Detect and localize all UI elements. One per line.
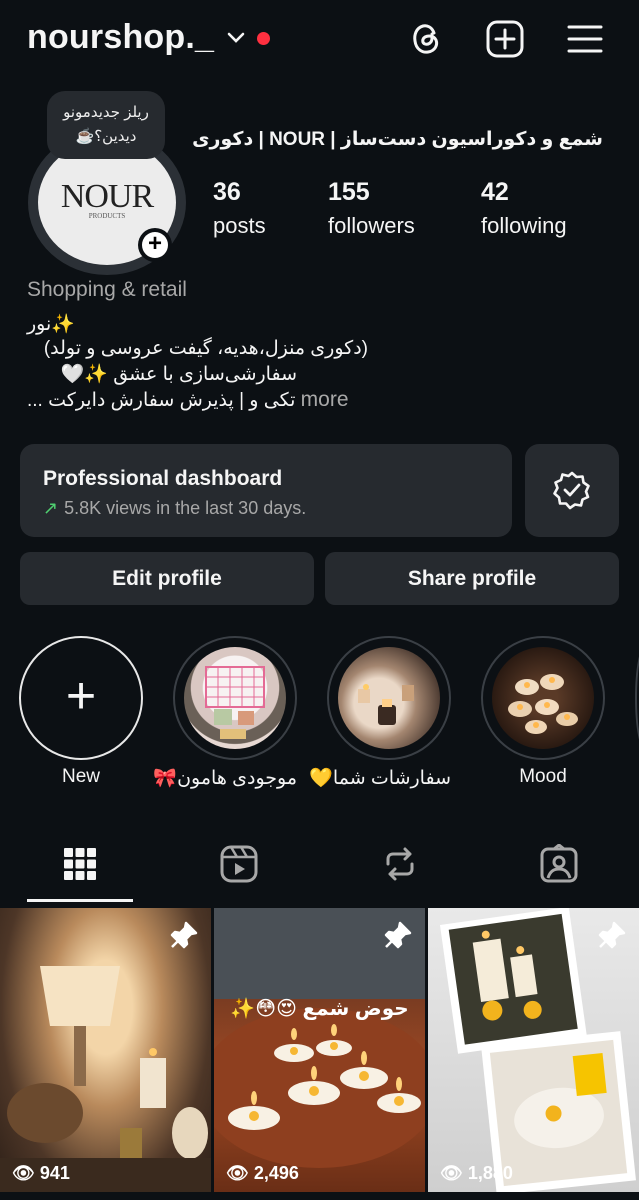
stat-posts-count: 36 <box>213 178 241 206</box>
bio-line-4[interactable]: تکی و | پذیرش سفارش دایرکت ... more <box>27 388 368 412</box>
view-count-value: 941 <box>39 1163 70 1183</box>
chevron-down-icon[interactable] <box>226 28 246 48</box>
stat-following-count: 42 <box>481 178 509 206</box>
post-view-count: 👁 2,496 <box>226 1163 299 1184</box>
account-username[interactable]: nourshop._ <box>27 18 214 57</box>
avatar-logo-subtitle: PRODUCTS <box>88 212 126 220</box>
highlight-inventory[interactable]: موجودی هامون🎀 <box>153 636 297 790</box>
bio-line-1: ✨نور <box>27 314 75 335</box>
highlight-mood[interactable]: Mood <box>481 636 605 788</box>
dashboard-title: Professional dashboard <box>43 467 283 490</box>
eye-icon: 👁 <box>440 1163 468 1183</box>
stat-followers-count: 155 <box>328 178 370 206</box>
grid-icon[interactable] <box>60 844 100 884</box>
highlight-ring <box>173 636 297 760</box>
notification-dot <box>257 32 270 45</box>
post-image <box>428 908 639 1192</box>
plus-icon: + <box>65 667 97 725</box>
reels-icon[interactable] <box>219 844 259 884</box>
highlight-label: موجودی هامون🎀 <box>153 768 297 789</box>
add-story-button[interactable]: + <box>138 228 172 262</box>
post-image <box>0 908 211 1192</box>
eye-icon: 👁 <box>12 1163 40 1183</box>
trend-up-icon: ↗ <box>43 498 59 518</box>
dashboard-views: 5.8K views in the last 30 days. <box>64 498 307 518</box>
menu-icon[interactable] <box>564 18 606 60</box>
highlight-ring <box>481 636 605 760</box>
threads-icon[interactable] <box>405 18 447 60</box>
verified-badge-icon <box>553 471 590 510</box>
post-view-count: 👁 941 <box>12 1163 70 1184</box>
highlight-label: سفارشات شما💛 <box>309 768 451 789</box>
stat-following[interactable]: 42 following <box>481 178 567 239</box>
highlight-next-partial[interactable] <box>635 646 639 750</box>
profile-note[interactable]: ریلز جدیدمونو دیدین؟☕️ <box>47 91 165 159</box>
pin-icon <box>170 921 198 949</box>
avatar-logo: NOUR <box>60 178 154 215</box>
highlight-label: Mood <box>519 766 567 787</box>
top-bar: nourshop._ <box>0 0 639 80</box>
stat-posts[interactable]: 36 posts <box>213 178 266 239</box>
bio-line-3: سفارشی‌سازی با عشق ✨🤍 <box>60 364 297 385</box>
post-view-count: 👁 1,880 <box>440 1163 513 1184</box>
highlight-orders[interactable]: سفارشات شما💛 <box>309 636 451 790</box>
post-tile[interactable]: حوض شمع 😍😳✨ 👁 2,496 <box>214 908 425 1192</box>
tagged-icon[interactable] <box>539 844 579 884</box>
professional-dashboard[interactable]: Professional dashboard ↗ 5.8K views in th… <box>20 444 512 537</box>
stat-followers[interactable]: 155 followers <box>328 178 415 239</box>
highlight-cover-image <box>338 647 440 749</box>
profile-category: Shopping & retail <box>27 278 187 301</box>
post-caption-overlay: حوض شمع 😍😳✨ <box>230 998 409 1020</box>
view-count-value: 2,496 <box>253 1163 299 1183</box>
view-count-value: 1,880 <box>467 1163 513 1183</box>
post-tile[interactable]: 👁 941 <box>0 908 211 1192</box>
dashboard-subtitle: ↗ 5.8K views in the last 30 days. <box>43 498 306 519</box>
stat-following-label: following <box>481 213 567 238</box>
new-highlight-ring: + <box>19 636 143 760</box>
highlight-cover-image <box>492 647 594 749</box>
reposts-icon[interactable] <box>380 844 420 884</box>
highlight-cover-image <box>184 647 286 749</box>
plus-icon: + <box>142 232 168 258</box>
add-post-icon[interactable] <box>484 18 526 60</box>
eye-icon: 👁 <box>226 1163 254 1183</box>
bio-line-4-text: تکی و | پذیرش سفارش دایرکت ... <box>27 390 296 411</box>
highlight-new[interactable]: + New <box>19 636 143 788</box>
highlight-ring <box>327 636 451 760</box>
stat-posts-label: posts <box>213 213 266 238</box>
verified-badge-button[interactable] <box>525 444 619 537</box>
highlight-label: New <box>61 766 100 787</box>
bio-more-link[interactable]: more <box>301 388 349 411</box>
edit-profile-button[interactable]: Edit profile <box>20 552 314 605</box>
bio-line-2: (دکوری منزل،هدیه، گیفت عروسی و تولد) <box>43 338 368 359</box>
pin-icon <box>598 921 626 949</box>
active-tab-indicator <box>27 899 133 902</box>
post-image <box>214 908 425 1192</box>
share-profile-button[interactable]: Share profile <box>325 552 619 605</box>
display-name: شمع و دکوراسیون دست‌ساز | NOUR | دکوری <box>192 129 603 150</box>
pin-icon <box>384 921 412 949</box>
stat-followers-label: followers <box>328 213 415 238</box>
post-tile[interactable]: 👁 1,880 <box>428 908 639 1192</box>
